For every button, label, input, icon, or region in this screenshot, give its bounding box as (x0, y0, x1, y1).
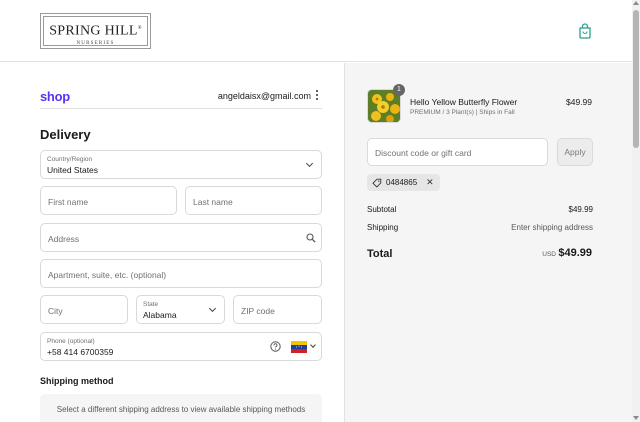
chevron-down-icon (208, 304, 217, 313)
applied-discount-tag: 0484865 ✕ (367, 174, 440, 191)
chevron-down-icon (305, 159, 314, 168)
checkout-form-column: shop angeldaisx@gmail.com Delivery Count… (0, 63, 343, 422)
account-email: angeldaisx@gmail.com (217, 91, 311, 101)
first-name-placeholder: First name (48, 197, 89, 207)
last-name-placeholder: Last name (193, 197, 233, 207)
venezuela-flag-icon[interactable] (291, 341, 307, 353)
subtotal-row: Subtotal $49.99 (367, 205, 593, 214)
chevron-down-icon (310, 342, 316, 348)
total-currency: USD (542, 251, 556, 258)
help-icon[interactable] (270, 341, 281, 352)
shipping-label: Shipping (367, 223, 399, 232)
state-value: Alabama (143, 310, 177, 320)
shipping-value: Enter shipping address (511, 223, 593, 232)
shipping-method-heading: Shipping method (40, 376, 114, 386)
logo-registered-mark: ® (137, 26, 142, 31)
phone-value: +58 414 6700359 (47, 347, 114, 357)
scroll-down-arrow-icon[interactable] (633, 416, 639, 420)
page-scrollbar[interactable] (632, 0, 640, 422)
address-field[interactable]: Address (40, 223, 322, 252)
apartment-placeholder: Apartment, suite, etc. (optional) (48, 270, 167, 280)
subtotal-label: Subtotal (367, 205, 397, 214)
product-name: Hello Yellow Butterfly Flower (410, 97, 518, 107)
shopping-bag-icon[interactable] (578, 23, 592, 39)
city-placeholder: City (48, 306, 63, 316)
shop-pay-logo: shop (40, 89, 70, 104)
subtotal-value: $49.99 (568, 205, 593, 214)
quantity-badge: 1 (393, 84, 405, 96)
store-logo[interactable]: SPRING HILL® NURSERIES (40, 13, 151, 49)
logo-sub-text: NURSERIES (76, 40, 115, 46)
country-select[interactable]: Country/Region United States (40, 150, 322, 179)
logo-frame: SPRING HILL® NURSERIES (43, 16, 148, 46)
city-field[interactable]: City (40, 295, 128, 324)
scrollbar-thumb[interactable] (633, 10, 639, 148)
divider (40, 108, 322, 109)
search-icon[interactable] (306, 233, 316, 243)
delivery-heading: Delivery (40, 127, 91, 142)
state-select[interactable]: State Alabama (136, 295, 225, 324)
apply-discount-button[interactable]: Apply (557, 138, 593, 166)
last-name-field[interactable]: Last name (185, 186, 322, 215)
order-summary: 1 Hello Yellow Butterfly Flower PREMIUM … (344, 63, 632, 422)
state-label: State (143, 301, 159, 308)
shipping-method-notice: Select a different shipping address to v… (40, 394, 322, 422)
address-placeholder: Address (48, 234, 80, 244)
scroll-up-arrow-icon[interactable] (633, 1, 639, 5)
zip-field[interactable]: ZIP code (233, 295, 322, 324)
apartment-field[interactable]: Apartment, suite, etc. (optional) (40, 259, 322, 288)
account-menu-icon[interactable] (315, 90, 319, 102)
phone-field[interactable]: Phone (optional) +58 414 6700359 (40, 332, 322, 361)
discount-placeholder: Discount code or gift card (375, 148, 472, 158)
product-price: $49.99 (566, 97, 592, 107)
first-name-field[interactable]: First name (40, 186, 177, 215)
country-value: United States (47, 165, 99, 175)
discount-code: 0484865 (386, 178, 418, 187)
country-label: Country/Region (47, 156, 93, 163)
remove-discount-icon[interactable]: ✕ (426, 174, 434, 191)
shipping-row: Shipping Enter shipping address (367, 223, 593, 232)
checkout-header: SPRING HILL® NURSERIES (0, 0, 632, 62)
total-label: Total (367, 248, 393, 260)
tag-icon (372, 178, 382, 188)
phone-label: Phone (optional) (47, 338, 95, 345)
total-amount: $49.99 (558, 247, 592, 259)
logo-main-text: SPRING HILL (49, 23, 138, 39)
zip-placeholder: ZIP code (241, 306, 275, 316)
product-variant: PREMIUM / 3 Plant(s) | Ships in Fall (410, 109, 515, 116)
discount-code-input[interactable]: Discount code or gift card (367, 138, 548, 166)
